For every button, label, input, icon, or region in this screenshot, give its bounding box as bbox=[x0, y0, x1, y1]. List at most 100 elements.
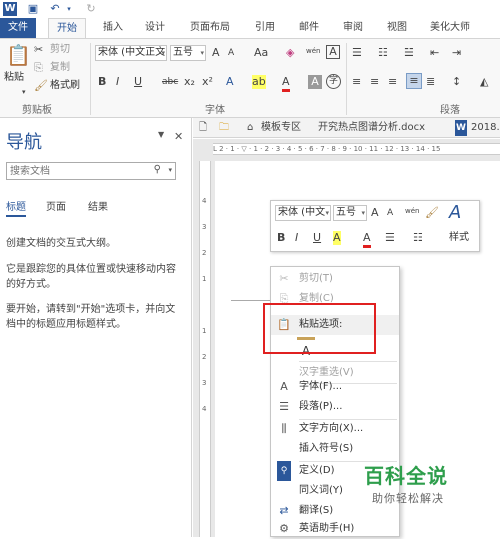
underline-icon[interactable]: U bbox=[134, 75, 142, 89]
enclosed-character-icon[interactable]: 字 bbox=[326, 74, 341, 89]
highlight-color-icon[interactable]: A bbox=[333, 231, 341, 245]
menu-item-paragraph[interactable]: ☰ 段落(P)... bbox=[271, 397, 399, 417]
tab-mailings[interactable]: 邮件 bbox=[290, 18, 328, 38]
italic-icon[interactable]: I bbox=[116, 75, 119, 89]
tab-design[interactable]: 设计 bbox=[136, 18, 174, 38]
styles-button[interactable]: 样式 bbox=[449, 231, 469, 245]
justify-icon[interactable]: ≡ bbox=[406, 73, 422, 89]
tab-view[interactable]: 视图 bbox=[378, 18, 416, 38]
tab-review[interactable]: 审阅 bbox=[334, 18, 372, 38]
font-size-combo[interactable]: 五号 ▾ bbox=[170, 45, 206, 61]
change-case-icon[interactable]: Aa bbox=[254, 46, 268, 60]
ruler-number: 4 bbox=[202, 197, 207, 205]
font-name-combo[interactable]: 宋体 (中文正文 ▾ bbox=[95, 45, 167, 61]
bullets-icon[interactable]: ☰ bbox=[352, 46, 362, 60]
menu-item-text-direction[interactable]: ⫼ 文字方向(X)... bbox=[271, 419, 399, 439]
phonetic-guide-icon[interactable]: wén bbox=[405, 204, 419, 218]
tab-file[interactable]: 文件 bbox=[0, 18, 36, 38]
search-input[interactable] bbox=[7, 163, 137, 179]
character-border-icon[interactable]: A bbox=[326, 45, 340, 59]
numbering-icon[interactable]: ☷ bbox=[378, 46, 388, 60]
increase-indent-icon[interactable]: ⇥ bbox=[452, 46, 461, 60]
cut-button[interactable]: 剪切 bbox=[50, 43, 70, 57]
numbering-icon[interactable]: ☷ bbox=[413, 231, 423, 245]
character-shading-icon[interactable]: A bbox=[308, 75, 322, 89]
word-logo-icon: W bbox=[3, 2, 17, 16]
bullets-icon[interactable]: ☰ bbox=[385, 231, 395, 245]
doc-tab-2018[interactable]: 2018. bbox=[471, 120, 500, 136]
folder-icon[interactable]: 🗀 bbox=[219, 120, 229, 136]
chevron-down-icon[interactable]: ▾ bbox=[168, 166, 172, 174]
italic-icon[interactable]: I bbox=[295, 231, 298, 245]
menu-item-label: 翻译(S) bbox=[299, 505, 334, 516]
mini-font-combo[interactable]: 宋体 (中文 ▾ bbox=[275, 205, 331, 221]
copy-button[interactable]: 复制 bbox=[50, 61, 70, 75]
tab-page-layout[interactable]: 页面布局 bbox=[180, 18, 240, 38]
strikethrough-icon[interactable]: abc bbox=[162, 75, 178, 89]
doc-tab-templates[interactable]: 模板专区 bbox=[261, 120, 301, 136]
copy-icon[interactable]: ⎘ bbox=[34, 61, 43, 75]
ribbon-divider bbox=[346, 43, 347, 115]
phonetic-guide-icon[interactable]: wén bbox=[306, 44, 320, 58]
vertical-ruler[interactable]: 4 3 2 1 1 2 3 4 bbox=[193, 161, 215, 537]
paragraph-icon: ☰ bbox=[279, 400, 289, 413]
menu-item-font[interactable]: A 字体(F)... bbox=[271, 377, 399, 397]
grow-font-icon[interactable]: A bbox=[212, 46, 220, 60]
clear-format-icon[interactable]: ◈ bbox=[286, 46, 294, 60]
doc-tab-analysis[interactable]: 开究热点图谱分析.docx bbox=[318, 120, 425, 136]
tab-home[interactable]: 开始 bbox=[48, 18, 86, 38]
format-painter-icon[interactable]: 🖌 bbox=[425, 206, 439, 220]
font-color-icon[interactable]: A bbox=[363, 231, 371, 248]
nav-help-line: 它是跟踪您的具体位置或快速移动内容 bbox=[6, 264, 176, 275]
paste-dropdown-icon[interactable]: ▾ bbox=[22, 85, 26, 99]
underline-icon[interactable]: U bbox=[313, 231, 321, 245]
distributed-icon[interactable]: ≣ bbox=[426, 75, 435, 89]
subscript-icon[interactable]: x₂ bbox=[184, 75, 195, 89]
shrink-font-icon[interactable]: A bbox=[228, 46, 234, 60]
tab-headings[interactable]: 标题 bbox=[6, 198, 26, 217]
horizontal-ruler[interactable]: L 2 · 1 · ▽ · 1 · 2 · 3 · 4 · 5 · 6 · 7 … bbox=[193, 139, 500, 161]
tab-references[interactable]: 引用 bbox=[246, 18, 284, 38]
search-box[interactable]: ⚲ ▾ bbox=[6, 162, 176, 180]
align-right-icon[interactable]: ≡ bbox=[388, 75, 397, 89]
pane-options-icon[interactable]: ▼ bbox=[158, 130, 164, 139]
clipboard-icon[interactable]: 📋 bbox=[6, 43, 31, 67]
align-center-icon[interactable]: ≡ bbox=[370, 75, 379, 89]
save-icon[interactable]: ▣ bbox=[26, 2, 40, 16]
redo-icon[interactable]: ↻ bbox=[84, 2, 98, 16]
styles-icon[interactable]: A bbox=[449, 203, 461, 223]
shrink-font-icon[interactable]: A bbox=[387, 206, 393, 220]
tab-results[interactable]: 结果 bbox=[88, 198, 108, 213]
tab-insert[interactable]: 插入 bbox=[94, 18, 132, 38]
highlight-color-icon[interactable]: ab bbox=[252, 75, 266, 89]
line-spacing-icon[interactable]: ↕ bbox=[452, 75, 461, 89]
text-effects-icon[interactable]: A bbox=[226, 75, 234, 89]
search-icon[interactable]: ⚲ bbox=[154, 164, 161, 175]
menu-item-english-assistant[interactable]: ⚙ 英语助手(H) bbox=[271, 519, 399, 539]
mini-size-combo[interactable]: 五号 ▾ bbox=[333, 205, 367, 221]
annotation-highlight-box bbox=[263, 303, 376, 354]
shading-icon[interactable]: ◭ bbox=[480, 75, 488, 89]
cut-icon[interactable]: ✂ bbox=[34, 43, 43, 57]
menu-item-cut[interactable]: ✂ 剪切(T) bbox=[271, 269, 399, 289]
tab-meihua[interactable]: 美化大师 bbox=[420, 18, 480, 38]
bold-icon[interactable]: B bbox=[98, 75, 106, 89]
menu-item-insert-symbol[interactable]: 插入符号(S) bbox=[271, 439, 399, 459]
align-left-icon[interactable]: ≡ bbox=[352, 75, 361, 89]
format-painter-icon[interactable]: 🖌 bbox=[34, 79, 48, 93]
format-painter-button[interactable]: 格式刷 bbox=[50, 79, 80, 93]
ruler-number: 3 bbox=[202, 223, 207, 231]
home-icon[interactable]: ⌂ bbox=[247, 120, 253, 136]
bold-icon[interactable]: B bbox=[277, 231, 285, 245]
grow-font-icon[interactable]: A bbox=[371, 206, 379, 220]
new-document-icon[interactable]: 🗋 bbox=[199, 120, 207, 136]
font-color-icon[interactable]: A bbox=[282, 75, 290, 92]
multilevel-list-icon[interactable]: ☱ bbox=[404, 46, 414, 60]
undo-dropdown-icon[interactable]: ▾ bbox=[62, 2, 76, 16]
undo-icon[interactable]: ↶ bbox=[48, 2, 62, 16]
paste-button[interactable]: 粘贴 bbox=[4, 71, 24, 85]
superscript-icon[interactable]: x² bbox=[202, 75, 213, 89]
decrease-indent-icon[interactable]: ⇤ bbox=[430, 46, 439, 60]
close-icon[interactable]: ✕ bbox=[174, 130, 183, 143]
tab-pages[interactable]: 页面 bbox=[46, 198, 66, 213]
